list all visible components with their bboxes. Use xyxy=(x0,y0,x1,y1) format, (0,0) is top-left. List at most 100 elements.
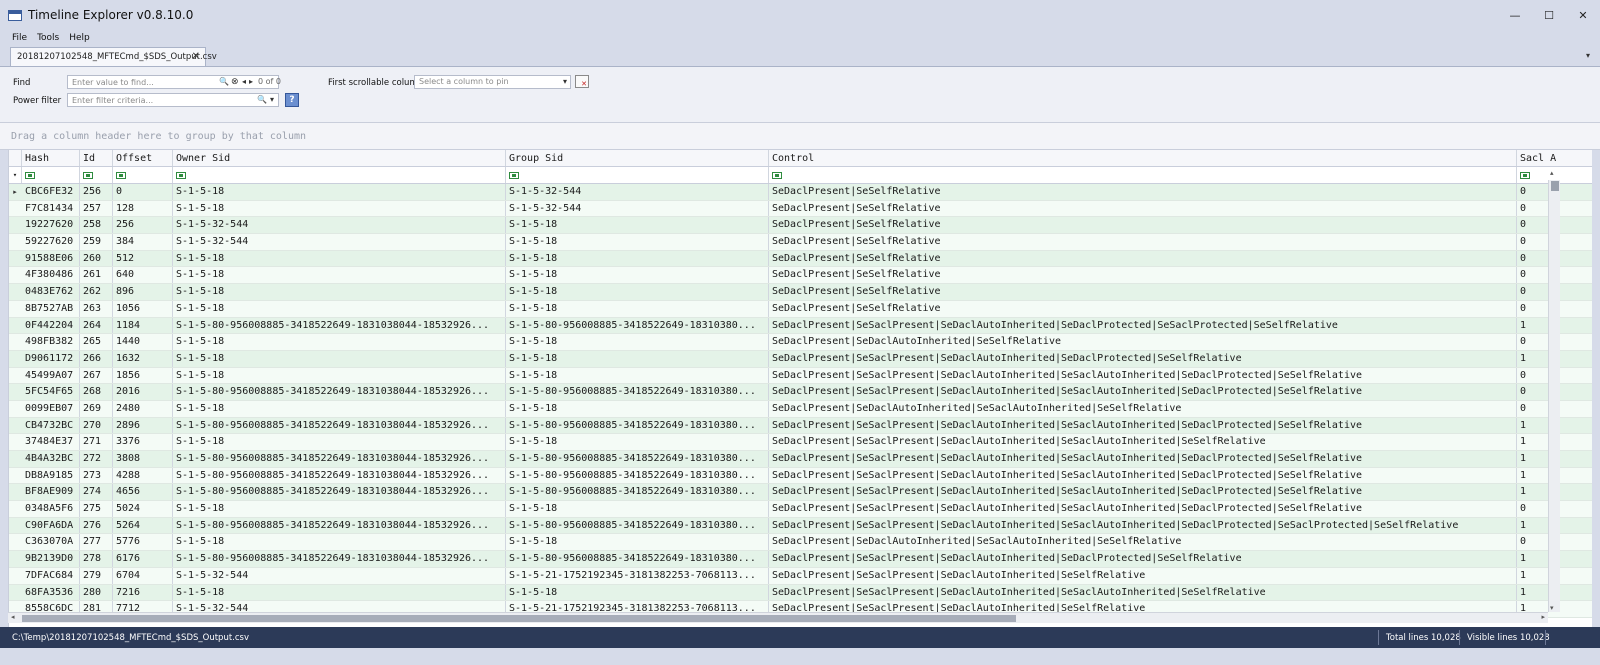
horizontal-scroll-thumb[interactable] xyxy=(22,615,1016,622)
find-input[interactable] xyxy=(72,76,217,88)
cell-control[interactable]: SeDaclPresent|SeSaclPresent|SeDaclAutoIn… xyxy=(769,551,1517,567)
cell-control[interactable]: SeDaclPresent|SeSaclPresent|SeDaclAutoIn… xyxy=(769,434,1517,450)
cell-id[interactable]: 262 xyxy=(80,284,113,300)
cell-group-sid[interactable]: S-1-5-18 xyxy=(506,267,769,284)
cell-owner-sid[interactable]: S-1-5-18 xyxy=(173,184,506,200)
row-indicator[interactable] xyxy=(9,418,21,434)
cell-offset[interactable]: 5024 xyxy=(113,501,173,517)
power-filter-dropdown-icon[interactable]: ▾ xyxy=(270,94,274,106)
row-indicator[interactable] xyxy=(9,267,21,283)
cell-control[interactable]: SeDaclPresent|SeSaclPresent|SeDaclAutoIn… xyxy=(769,384,1517,400)
row-indicator[interactable] xyxy=(9,518,21,534)
cell-control[interactable]: SeDaclPresent|SeDaclAutoInherited|SeSelf… xyxy=(769,334,1517,350)
cell-id[interactable]: 277 xyxy=(80,534,113,551)
cell-control[interactable]: SeDaclPresent|SeSelfRelative xyxy=(769,200,1517,217)
cell-control[interactable]: SeDaclPresent|SeSelfRelative xyxy=(769,217,1517,234)
table-row[interactable]: 4B4A32BC 272 3808 S-1-5-80-956008885-341852… xyxy=(9,451,1592,468)
cell-hash[interactable]: 91588E06 xyxy=(22,250,80,267)
row-indicator[interactable] xyxy=(9,401,21,417)
cell-owner-sid[interactable]: S-1-5-80-956008885-3418522649-1831038044… xyxy=(173,317,506,334)
cell-owner-sid[interactable]: S-1-5-80-956008885-3418522649-1831038044… xyxy=(173,517,506,534)
pin-column-select[interactable]: Select a column to pin ▾ xyxy=(414,75,571,89)
table-row[interactable]: 37484E37 271 3376 S-1-5-18 S-1-5-18 SeDaclPre… xyxy=(9,434,1592,451)
table-row[interactable]: DB8A9185 273 4288 S-1-5-80-956008885-341852… xyxy=(9,467,1592,485)
cell-id[interactable]: 275 xyxy=(80,501,113,517)
column-header-id[interactable]: Id xyxy=(80,150,113,166)
cell-offset[interactable]: 4656 xyxy=(113,484,173,501)
cell-owner-sid[interactable]: S-1-5-32-544 xyxy=(173,217,506,234)
cell-control[interactable]: SeDaclPresent|SeSaclPresent|SeDaclAutoIn… xyxy=(769,517,1517,534)
table-row[interactable]: 8B7527AB 263 1056 S-1-5-18 S-1-5-18 SeDaclPre… xyxy=(9,300,1592,318)
cell-id[interactable]: 271 xyxy=(80,434,113,450)
cell-id[interactable]: 261 xyxy=(80,267,113,284)
cell-hash[interactable]: CB4732BC xyxy=(22,417,80,434)
tab-document[interactable]: 20181207102548_MFTECmd_$SDS_Output.csv ✕ xyxy=(10,47,217,66)
table-row[interactable]: ▸ CBC6FE32 256 0 S-1-5-18 S-1-5-32-544 SeDaclP… xyxy=(9,184,1592,201)
cell-id[interactable]: 278 xyxy=(80,551,113,567)
row-indicator[interactable] xyxy=(9,585,21,601)
table-row[interactable]: BF8AE909 274 4656 S-1-5-80-956008885-341852… xyxy=(9,484,1592,502)
cell-id[interactable]: 268 xyxy=(80,384,113,400)
cell-hash[interactable]: 0099EB07 xyxy=(22,400,80,417)
table-row[interactable]: 59227620 259 384 S-1-5-32-544 S-1-5-18 SeDacl… xyxy=(9,234,1592,251)
unpin-column-icon[interactable] xyxy=(575,75,589,88)
cell-control[interactable]: SeDaclPresent|SeDaclAutoInherited|SeSacl… xyxy=(769,534,1517,551)
cell-offset[interactable]: 640 xyxy=(113,267,173,284)
cell-owner-sid[interactable]: S-1-5-80-956008885-3418522649-1831038044… xyxy=(173,451,506,467)
table-row[interactable]: 0348A5F6 275 5024 S-1-5-18 S-1-5-18 SeDaclPre… xyxy=(9,501,1592,518)
column-header-hash[interactable]: Hash xyxy=(22,150,80,166)
table-row[interactable]: 9B2139D0 278 6176 S-1-5-80-956008885-341852… xyxy=(9,551,1592,568)
cell-control[interactable]: SeDaclPresent|SeSaclPresent|SeDaclAutoIn… xyxy=(769,417,1517,434)
cell-offset[interactable]: 512 xyxy=(113,250,173,267)
cell-control[interactable]: SeDaclPresent|SeSaclPresent|SeDaclAutoIn… xyxy=(769,584,1517,601)
cell-owner-sid[interactable]: S-1-5-18 xyxy=(173,200,506,217)
cell-owner-sid[interactable]: S-1-5-32-544 xyxy=(173,234,506,250)
table-row[interactable]: 7DFAC684 279 6704 S-1-5-32-544 S-1-5-21-1752… xyxy=(9,567,1592,585)
table-row[interactable]: 0F442204 264 1184 S-1-5-80-956008885-341852… xyxy=(9,317,1592,335)
cell-control[interactable]: SeDaclPresent|SeSelfRelative xyxy=(769,184,1517,200)
cell-group-sid[interactable]: S-1-5-18 xyxy=(506,234,769,250)
cell-id[interactable]: 280 xyxy=(80,584,113,601)
close-button[interactable]: ✕ xyxy=(1566,0,1600,30)
cell-id[interactable]: 259 xyxy=(80,234,113,250)
scroll-down-icon[interactable]: ▾ xyxy=(1550,604,1554,612)
cell-offset[interactable]: 2480 xyxy=(113,400,173,417)
table-row[interactable]: 498FB382 265 1440 S-1-5-18 S-1-5-18 SeDaclPre… xyxy=(9,334,1592,351)
table-row[interactable]: 68FA3536 280 7216 S-1-5-18 S-1-5-18 SeDaclPre… xyxy=(9,584,1592,602)
table-row[interactable]: F7C81434 257 128 S-1-5-18 S-1-5-32-544 SeDacl… xyxy=(9,200,1592,218)
cell-id[interactable]: 269 xyxy=(80,400,113,417)
cell-hash[interactable]: 0483E762 xyxy=(22,284,80,300)
table-row[interactable]: 45499A07 267 1856 S-1-5-18 S-1-5-18 SeDaclPre… xyxy=(9,367,1592,385)
filter-cell-owner-sid[interactable] xyxy=(173,167,506,183)
filter-cell-hash[interactable] xyxy=(22,167,80,183)
cell-offset[interactable]: 1632 xyxy=(113,350,173,367)
cell-offset[interactable]: 4288 xyxy=(113,467,173,484)
column-header-owner-sid[interactable]: Owner Sid xyxy=(173,150,506,166)
cell-group-sid[interactable]: S-1-5-80-956008885-3418522649-18310380..… xyxy=(506,317,769,334)
table-row[interactable]: 5FC54F65 268 2016 S-1-5-80-956008885-341852… xyxy=(9,384,1592,401)
cell-group-sid[interactable]: S-1-5-80-956008885-3418522649-18310380..… xyxy=(506,517,769,534)
scroll-right-icon[interactable]: ▸ xyxy=(1541,613,1545,621)
cell-offset[interactable]: 7216 xyxy=(113,584,173,601)
cell-hash[interactable]: 5FC54F65 xyxy=(22,384,80,400)
cell-group-sid[interactable]: S-1-5-80-956008885-3418522649-18310380..… xyxy=(506,551,769,567)
tab-close-icon[interactable]: ✕ xyxy=(192,51,200,62)
cell-offset[interactable]: 1056 xyxy=(113,300,173,317)
table-row[interactable]: 0483E762 262 896 S-1-5-18 S-1-5-18 SeDaclPres… xyxy=(9,284,1592,301)
cell-hash[interactable]: BF8AE909 xyxy=(22,484,80,501)
cell-hash[interactable]: 19227620 xyxy=(22,217,80,234)
cell-group-sid[interactable]: S-1-5-18 xyxy=(506,584,769,601)
cell-group-sid[interactable]: S-1-5-18 xyxy=(506,217,769,234)
cell-group-sid[interactable]: S-1-5-18 xyxy=(506,350,769,367)
cell-id[interactable]: 256 xyxy=(80,184,113,200)
cell-id[interactable]: 274 xyxy=(80,484,113,501)
cell-group-sid[interactable]: S-1-5-18 xyxy=(506,434,769,450)
cell-group-sid[interactable]: S-1-5-80-956008885-3418522649-18310380..… xyxy=(506,384,769,400)
cell-group-sid[interactable]: S-1-5-18 xyxy=(506,400,769,417)
cell-owner-sid[interactable]: S-1-5-80-956008885-3418522649-1831038044… xyxy=(173,384,506,400)
cell-id[interactable]: 267 xyxy=(80,367,113,384)
cell-offset[interactable]: 1184 xyxy=(113,317,173,334)
cell-offset[interactable]: 2016 xyxy=(113,384,173,400)
cell-offset[interactable]: 0 xyxy=(113,184,173,200)
table-row[interactable]: 91588E06 260 512 S-1-5-18 S-1-5-18 SeDaclPres… xyxy=(9,250,1592,268)
